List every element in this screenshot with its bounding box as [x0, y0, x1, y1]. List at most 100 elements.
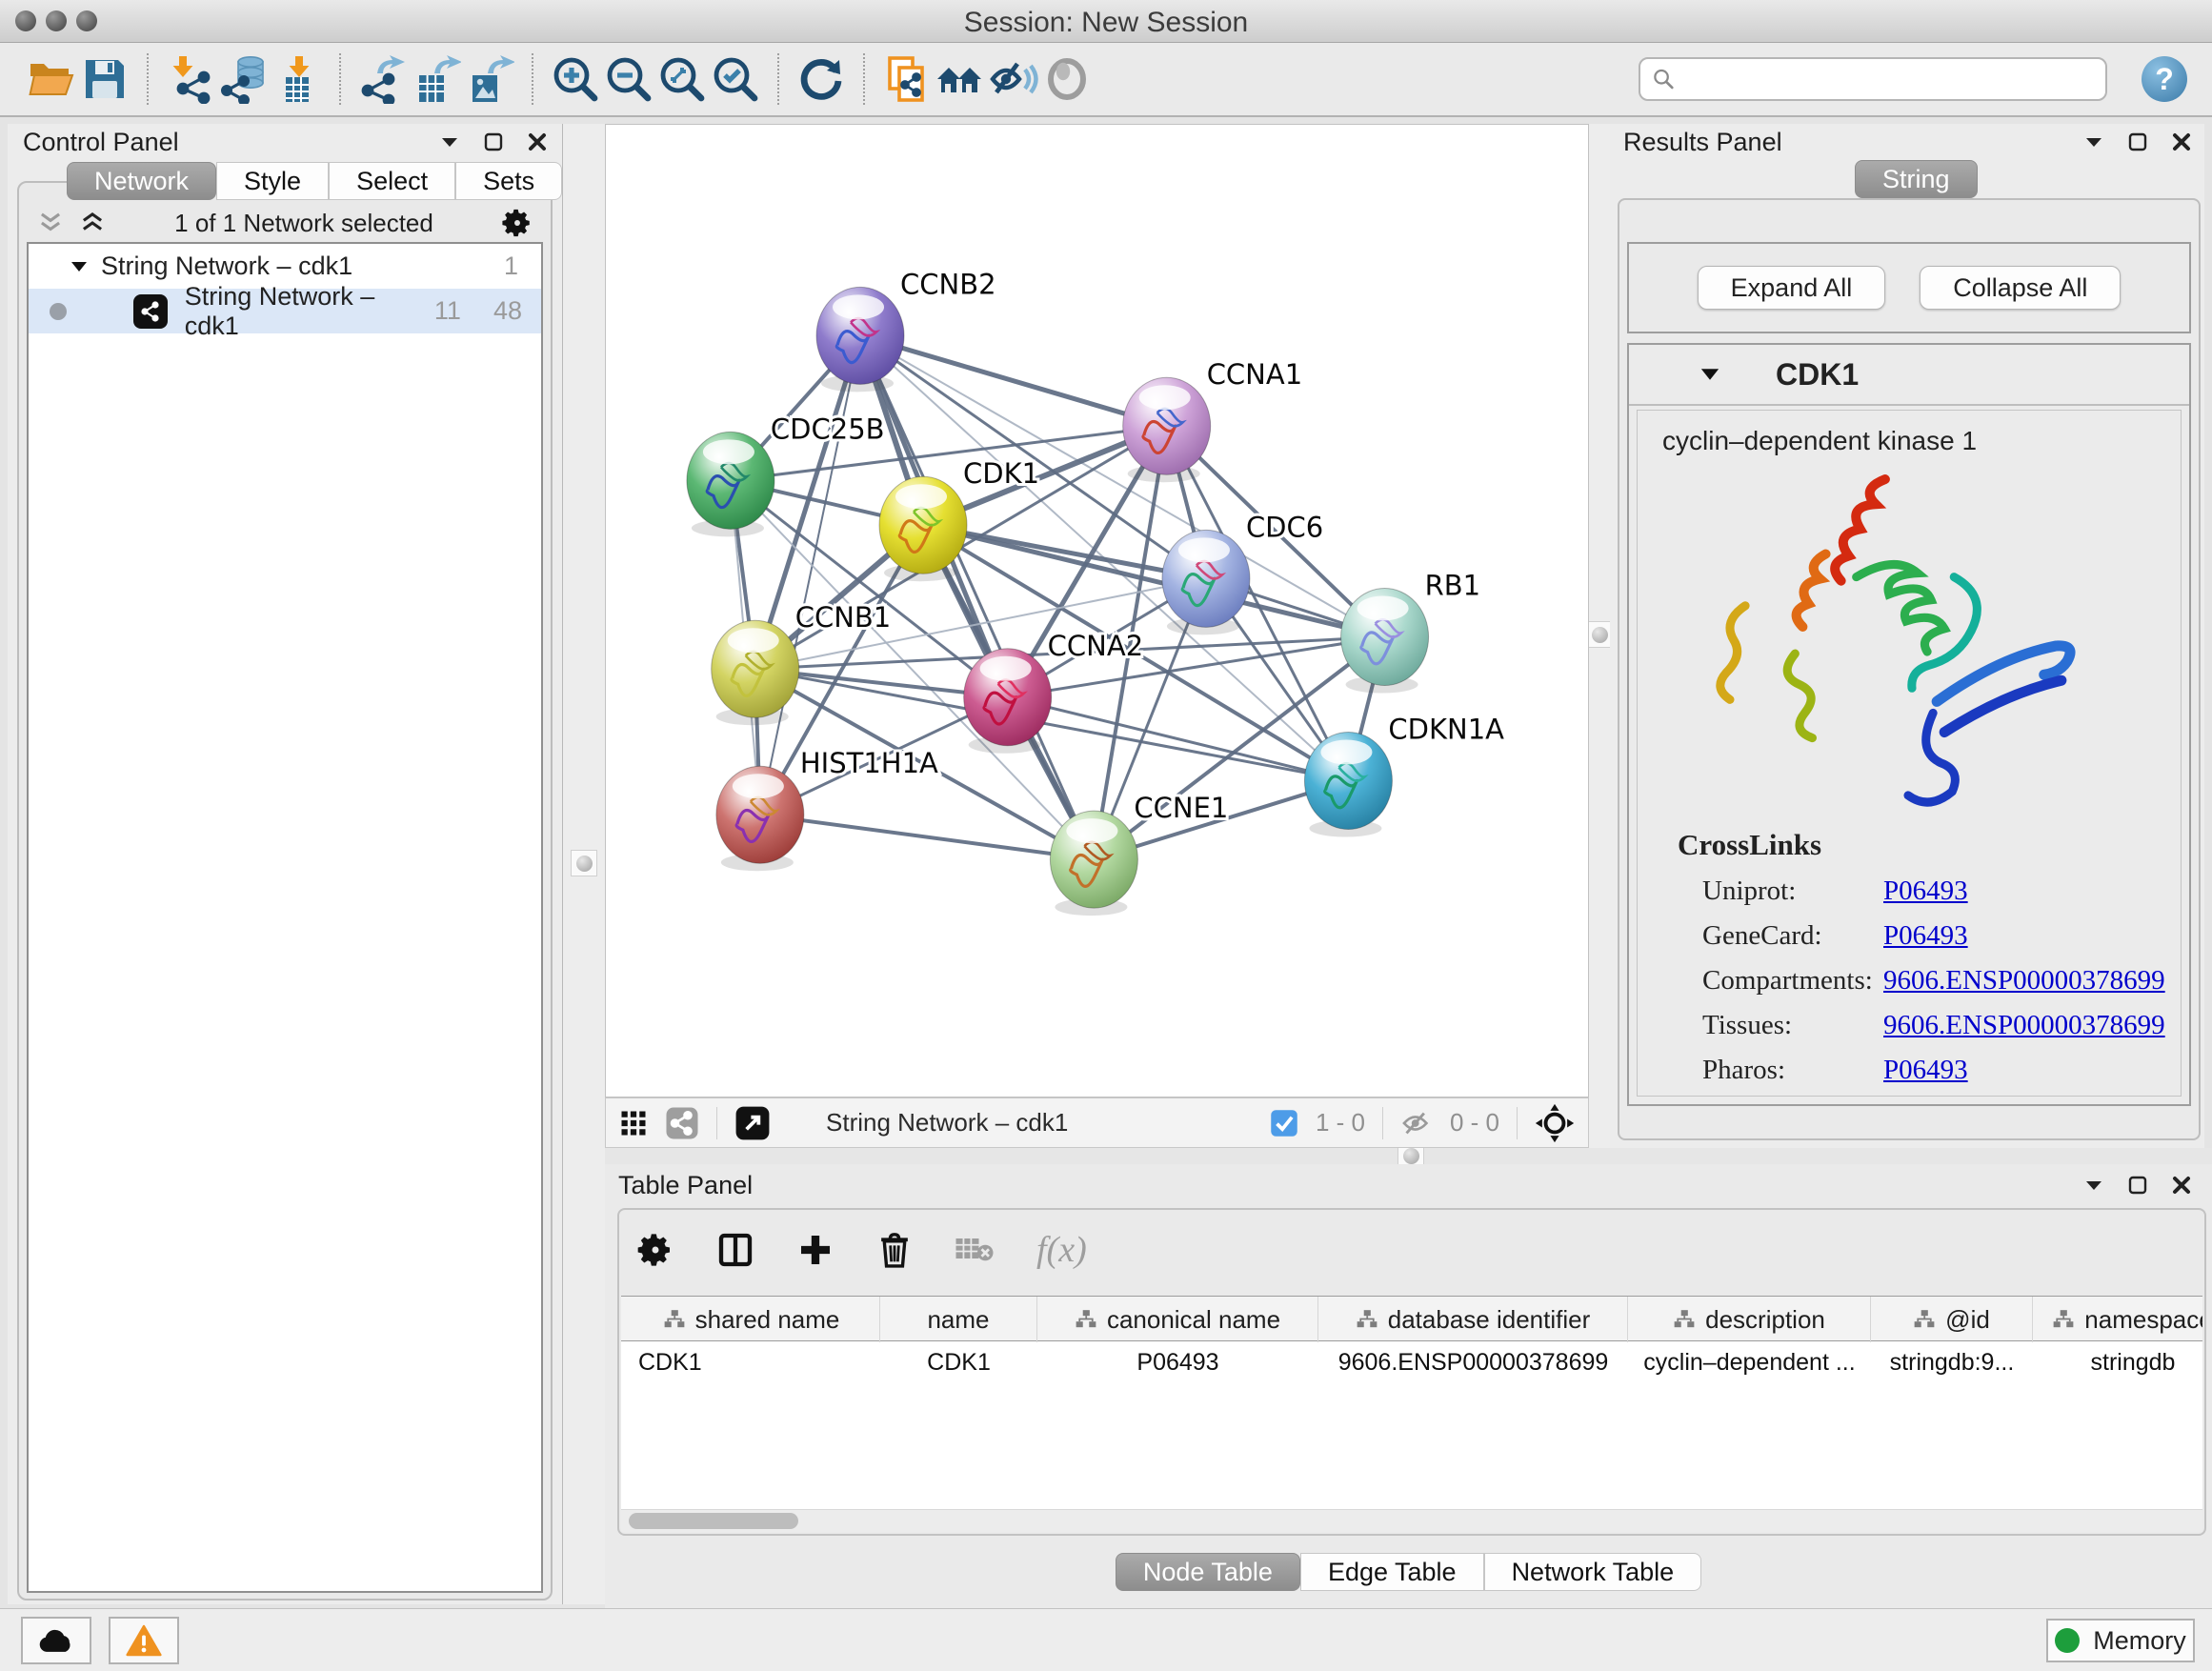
selected-checkbox-icon[interactable]: [1270, 1109, 1298, 1137]
search-field[interactable]: [1676, 64, 2094, 95]
cloud-status-button[interactable]: [21, 1617, 91, 1664]
tab-network-table[interactable]: Network Table: [1484, 1553, 1702, 1591]
zoom-fit-button[interactable]: [655, 52, 709, 106]
expand-all-icon[interactable]: [78, 211, 107, 235]
gene-expander-icon[interactable]: [1699, 367, 1720, 382]
crosslink-value-link[interactable]: P06493: [1883, 1055, 1968, 1086]
eye-slash-icon: [989, 54, 1038, 104]
column-header-shared-name[interactable]: shared name: [623, 1297, 880, 1342]
tab-node-table[interactable]: Node Table: [1116, 1553, 1300, 1591]
column-header-database-identifier[interactable]: database identifier: [1318, 1297, 1628, 1342]
panel-menu-icon[interactable]: [440, 135, 459, 149]
memory-button[interactable]: Memory: [2046, 1619, 2195, 1662]
column-header-id[interactable]: @id: [1871, 1297, 2033, 1342]
grid-view-icon[interactable]: [619, 1109, 648, 1137]
close-panel-icon[interactable]: [2172, 132, 2191, 151]
eye-disabled-button[interactable]: [1040, 52, 1094, 106]
save-session-button[interactable]: [78, 52, 131, 106]
detach-view-icon[interactable]: [734, 1105, 771, 1141]
network-node-ccnb2[interactable]: CCNB2: [816, 268, 996, 392]
network-canvas[interactable]: CCNB2 CCNA1 CDC25B CDK1: [605, 124, 1589, 1097]
float-panel-icon[interactable]: [2128, 1176, 2147, 1195]
delete-table-button[interactable]: [955, 1233, 995, 1267]
expand-all-button[interactable]: Expand All: [1698, 266, 1886, 310]
tab-network[interactable]: Network: [67, 162, 216, 200]
column-header-name[interactable]: name: [880, 1297, 1037, 1342]
right-splitter-grip[interactable]: [1586, 621, 1613, 648]
houses-button[interactable]: [934, 52, 987, 106]
tree-expander-icon[interactable]: [70, 260, 88, 273]
help-button[interactable]: ?: [2142, 56, 2187, 102]
scrollbar-thumb[interactable]: [629, 1513, 798, 1529]
tab-string[interactable]: String: [1855, 160, 1978, 198]
collapse-all-button[interactable]: Collapse All: [1920, 266, 2121, 310]
column-header-canonical-name[interactable]: canonical name: [1037, 1297, 1318, 1342]
network-edge[interactable]: [760, 815, 1095, 859]
network-view-icon[interactable]: [665, 1106, 699, 1140]
export-table-button[interactable]: [410, 52, 463, 106]
network-node-ccne1[interactable]: CCNE1: [1050, 792, 1228, 916]
network-edge[interactable]: [860, 335, 1094, 859]
float-panel-icon[interactable]: [2128, 132, 2147, 151]
refresh-layout-button[interactable]: [794, 52, 848, 106]
import-table-button[interactable]: [271, 52, 324, 106]
network-node-cdkn1a[interactable]: CDKN1A: [1304, 714, 1504, 837]
table-cell[interactable]: P06493: [1037, 1341, 1318, 1383]
table-cell[interactable]: cyclin–dependent ...: [1628, 1341, 1871, 1383]
column-header-namespace[interactable]: namespace: [2033, 1297, 2202, 1342]
table-cell[interactable]: stringdb: [2033, 1341, 2202, 1383]
add-column-button[interactable]: [796, 1231, 835, 1269]
collapse-all-icon[interactable]: [36, 211, 65, 235]
table-cell[interactable]: CDK1: [623, 1341, 880, 1383]
left-splitter-grip[interactable]: [571, 850, 597, 876]
search-input[interactable]: [1639, 57, 2107, 101]
network-edge[interactable]: [860, 335, 1167, 426]
hide-unhide-button[interactable]: [987, 52, 1040, 106]
delete-column-button[interactable]: [876, 1231, 913, 1269]
gene-header-row[interactable]: CDK1: [1629, 345, 2189, 406]
right-splitter[interactable]: [1589, 124, 1610, 1148]
column-header-description[interactable]: description: [1628, 1297, 1871, 1342]
crosslink-value-link[interactable]: P06493: [1883, 920, 1968, 952]
network-row[interactable]: String Network – cdk1 11 48: [29, 289, 541, 333]
export-network-button[interactable]: [356, 52, 410, 106]
tab-style[interactable]: Style: [216, 162, 329, 200]
node-label: CCNA2: [1048, 630, 1143, 662]
network-edge[interactable]: [760, 335, 860, 815]
show-columns-button[interactable]: [716, 1231, 754, 1269]
crosslink-value-link[interactable]: 9606.ENSP00000378699: [1883, 965, 2165, 997]
table-cell[interactable]: stringdb:9...: [1871, 1341, 2033, 1383]
close-panel-icon[interactable]: [2172, 1176, 2191, 1195]
panel-menu-icon[interactable]: [2084, 1178, 2103, 1192]
export-image-button[interactable]: [463, 52, 516, 106]
network-node-ccna1[interactable]: CCNA1: [1123, 358, 1302, 482]
tab-edge-table[interactable]: Edge Table: [1300, 1553, 1484, 1591]
network-node-cdk1[interactable]: CDK1: [879, 457, 1039, 581]
close-panel-icon[interactable]: [528, 132, 547, 151]
crosslink-value-link[interactable]: P06493: [1883, 876, 1968, 907]
import-database-button[interactable]: [217, 52, 271, 106]
table-horizontal-scrollbar[interactable]: [621, 1509, 2202, 1532]
float-panel-icon[interactable]: [484, 132, 503, 151]
birds-eye-icon[interactable]: [1535, 1103, 1575, 1143]
gear-icon[interactable]: [501, 207, 533, 239]
table-cell[interactable]: CDK1: [880, 1341, 1037, 1383]
warning-status-button[interactable]: [109, 1617, 179, 1664]
open-session-button[interactable]: [25, 52, 78, 106]
network-node-rb1[interactable]: RB1: [1341, 570, 1481, 694]
crosslink-value-link[interactable]: 9606.ENSP00000378699: [1883, 1010, 2165, 1041]
left-splitter[interactable]: [562, 124, 605, 1604]
zoom-out-button[interactable]: [602, 52, 655, 106]
tab-select[interactable]: Select: [329, 162, 455, 200]
panel-menu-icon[interactable]: [2084, 135, 2103, 149]
table-settings-button[interactable]: [636, 1231, 674, 1269]
import-network-button[interactable]: [164, 52, 217, 106]
zoom-in-button[interactable]: [549, 52, 602, 106]
zoom-selected-button[interactable]: [709, 52, 762, 106]
tab-sets[interactable]: Sets: [455, 162, 562, 200]
table-cell[interactable]: 9606.ENSP00000378699: [1318, 1341, 1628, 1383]
function-builder-button[interactable]: f(x): [1036, 1229, 1087, 1271]
first-neighbors-button[interactable]: [880, 52, 934, 106]
network-node-hist1h1a[interactable]: HIST1H1A: [716, 747, 938, 871]
horizontal-splitter[interactable]: [605, 1148, 2212, 1164]
